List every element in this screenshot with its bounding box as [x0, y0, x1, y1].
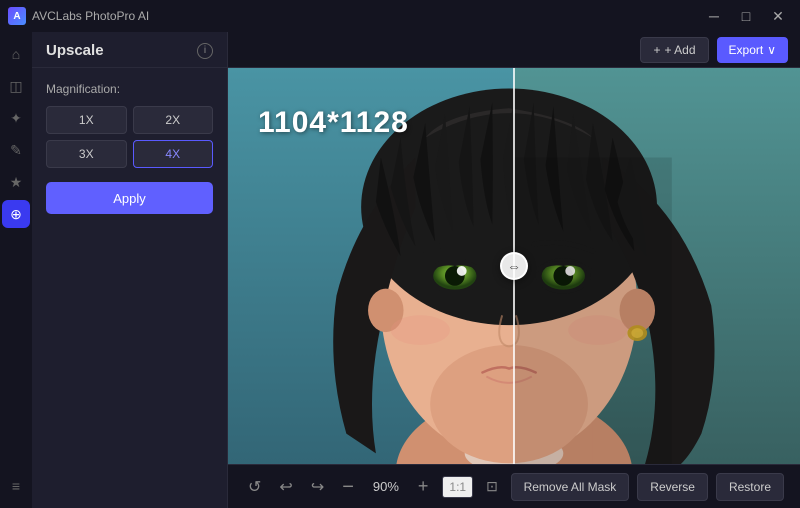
- add-button[interactable]: + + Add: [640, 37, 708, 63]
- canvas-area: + + Add Export ∨: [228, 32, 800, 508]
- export-chevron-icon: ∨: [767, 43, 776, 57]
- mag-btn-1x[interactable]: 1X: [46, 106, 127, 134]
- image-viewer: 1104*1128 ⇔: [228, 68, 800, 464]
- sidebar-item-edit[interactable]: ⊕: [2, 200, 30, 228]
- minimize-button[interactable]: ─: [700, 6, 728, 26]
- export-label: Export: [729, 43, 764, 57]
- titlebar: A AVCLabs PhotoPro AI ─ □ ✕: [0, 0, 800, 32]
- sidebar-item-brush[interactable]: ✎: [2, 136, 30, 164]
- panel-sidebar: Upscale i Magnification: 1X 2X 3X 4X App…: [32, 32, 228, 508]
- titlebar-left: A AVCLabs PhotoPro AI: [8, 7, 149, 25]
- resolution-overlay: 1104*1128: [258, 106, 409, 140]
- canvas-topbar: + + Add Export ∨: [228, 32, 800, 68]
- panel-header: Upscale i: [32, 32, 227, 68]
- app-icon: A: [8, 7, 26, 25]
- ratio-button[interactable]: 1:1: [442, 476, 473, 498]
- magnification-grid: 1X 2X 3X 4X: [46, 106, 213, 168]
- main-layout: ⌂ ◫ ✦ ✎ ★ ⊕ ≡ Upscale i Magnification: 1…: [0, 32, 800, 508]
- magnification-label: Magnification:: [46, 82, 213, 96]
- sidebar-item-layers[interactable]: ◫: [2, 72, 30, 100]
- panel-body: Magnification: 1X 2X 3X 4X Apply: [32, 68, 227, 228]
- panel-title: Upscale: [46, 42, 104, 59]
- toolbar-right: Remove All Mask Reverse Restore: [511, 473, 784, 501]
- panel-info-button[interactable]: i: [197, 43, 213, 59]
- sidebar-item-settings[interactable]: ≡: [2, 472, 30, 500]
- export-button[interactable]: Export ∨: [717, 37, 788, 63]
- redo-icon[interactable]: ↪: [307, 473, 328, 501]
- mag-btn-3x[interactable]: 3X: [46, 140, 127, 168]
- apply-button[interactable]: Apply: [46, 182, 213, 214]
- remove-all-mask-button[interactable]: Remove All Mask: [511, 473, 630, 501]
- mag-btn-2x[interactable]: 2X: [133, 106, 214, 134]
- zoom-in-icon[interactable]: +: [414, 474, 433, 499]
- reverse-button[interactable]: Reverse: [637, 473, 708, 501]
- undo-icon[interactable]: ↩: [275, 473, 296, 501]
- mag-btn-4x[interactable]: 4X: [133, 140, 214, 168]
- refresh-icon[interactable]: ↺: [244, 473, 265, 501]
- image-container: 1104*1128 ⇔: [228, 68, 800, 464]
- close-button[interactable]: ✕: [764, 6, 792, 26]
- icon-sidebar: ⌂ ◫ ✦ ✎ ★ ⊕ ≡: [0, 32, 32, 508]
- bottom-toolbar: ↺ ↩ ↪ − 90% + 1:1 ⊡ Remove All Mask Reve…: [228, 464, 800, 508]
- split-handle-icon: ⇔: [507, 258, 521, 274]
- add-plus-icon: +: [653, 43, 660, 57]
- restore-button[interactable]: Restore: [716, 473, 784, 501]
- sidebar-item-star[interactable]: ★: [2, 168, 30, 196]
- titlebar-title: AVCLabs PhotoPro AI: [32, 9, 149, 23]
- sidebar-item-magic[interactable]: ✦: [2, 104, 30, 132]
- fit-icon[interactable]: ⊡: [483, 475, 501, 498]
- maximize-button[interactable]: □: [732, 6, 760, 26]
- split-handle[interactable]: ⇔: [500, 252, 528, 280]
- zoom-out-icon[interactable]: −: [338, 473, 358, 501]
- zoom-value: 90%: [368, 479, 404, 494]
- sidebar-item-home[interactable]: ⌂: [2, 40, 30, 68]
- toolbar-left: ↺ ↩ ↪ − 90% + 1:1 ⊡: [244, 473, 501, 501]
- titlebar-controls: ─ □ ✕: [700, 6, 792, 26]
